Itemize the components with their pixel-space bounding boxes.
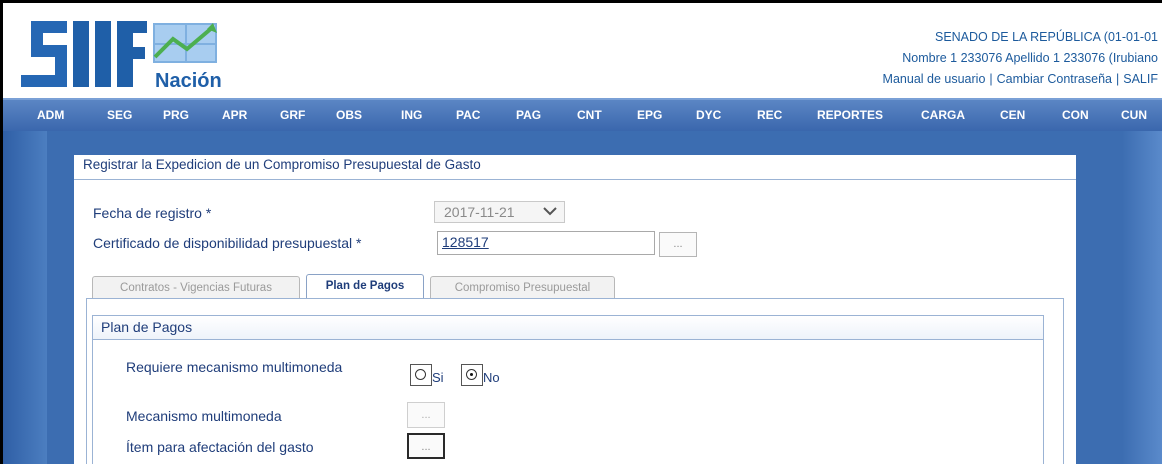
radio-no-box[interactable] (461, 364, 483, 386)
fecha-value: 2017-11-21 (444, 204, 515, 220)
mecanismo-multimoneda-label: Mecanismo multimoneda (126, 408, 282, 424)
nav-item-pac[interactable]: PAC (456, 108, 480, 122)
radio-si-box[interactable] (410, 364, 432, 386)
nav-item-dyc[interactable]: DYC (696, 108, 721, 122)
cdp-label: Certificado de disponibilidad presupuest… (93, 235, 362, 251)
tab-compromiso-presupuestal[interactable]: Compromiso Presupuestal (430, 276, 615, 298)
nav-item-epg[interactable]: EPG (637, 108, 662, 122)
logout-link[interactable]: SALIF (1123, 72, 1158, 86)
nav-item-apr[interactable]: APR (222, 108, 247, 122)
section-title: Plan de Pagos (101, 319, 193, 335)
main-nav: ADM SEG PRG APR GRF OBS ING PAC PAG CNT … (3, 98, 1162, 131)
nav-item-carga[interactable]: CARGA (921, 108, 965, 122)
nav-item-reportes[interactable]: REPORTES (817, 108, 883, 122)
nav-item-obs[interactable]: OBS (336, 108, 362, 122)
radio-si-label[interactable]: Si (432, 370, 444, 385)
nav-item-con[interactable]: CON (1062, 108, 1089, 122)
manual-link[interactable]: Manual de usuario (883, 72, 986, 86)
item-afectacion-button[interactable]: ... (407, 433, 445, 459)
header-links: Manual de usuario | Cambiar Contraseña | SAL… (883, 69, 1158, 90)
app-header: Nación SENADO DE LA REPÚBLICA (01-01-01 … (3, 3, 1162, 98)
link-separator: | (989, 72, 993, 86)
nav-item-seg[interactable]: SEG (107, 108, 132, 122)
radio-no-label[interactable]: No (483, 370, 500, 385)
radio-selected-dot (470, 373, 473, 376)
nav-item-cnt[interactable]: CNT (577, 108, 602, 122)
user-info: SENADO DE LA REPÚBLICA (01-01-01 Nombre … (883, 27, 1158, 90)
mecanismo-multimoneda-button[interactable]: ... (407, 402, 445, 428)
fecha-label: Fecha de registro * (93, 205, 212, 221)
page-title: Registrar la Expedicion de un Compromiso… (83, 157, 481, 172)
tab-plan-de-pagos[interactable]: Plan de Pagos (306, 274, 424, 298)
nav-item-prg[interactable]: PRG (163, 108, 189, 122)
siif-logo: Nación (21, 21, 222, 92)
nav-item-grf[interactable]: GRF (280, 108, 305, 122)
title-divider (74, 179, 1076, 180)
radio-no[interactable] (466, 369, 477, 380)
radio-si[interactable] (415, 369, 426, 380)
multimoneda-label: Requiere mecanismo multimoneda (126, 359, 343, 375)
nav-item-pag[interactable]: PAG (516, 108, 541, 122)
nav-item-cun[interactable]: CUN (1121, 108, 1147, 122)
svg-text:Nación: Nación (155, 70, 222, 92)
fecha-select[interactable]: 2017-11-21 (434, 201, 565, 223)
nav-item-cen[interactable]: CEN (1000, 108, 1025, 122)
nav-item-rec[interactable]: REC (757, 108, 782, 122)
change-password-link[interactable]: Cambiar Contraseña (997, 72, 1112, 86)
tab-contratos-vigencias-futuras[interactable]: Contratos - Vigencias Futuras (92, 276, 300, 298)
cdp-search-button[interactable]: ... (659, 232, 697, 257)
item-afectacion-label: Ítem para afectación del gasto (126, 439, 314, 455)
section-header: Plan de Pagos (93, 316, 1043, 340)
entity-name: SENADO DE LA REPÚBLICA (01-01-01 (934, 30, 1158, 44)
nav-item-adm[interactable]: ADM (37, 108, 64, 122)
link-separator: | (1116, 72, 1120, 86)
cdp-input[interactable]: 128517 (437, 231, 655, 255)
nav-item-ing[interactable]: ING (401, 108, 422, 122)
chevron-down-icon (542, 201, 558, 227)
user-name: Nombre 1 233076 Apellido 1 233076 (Irubi… (902, 51, 1158, 65)
form-panel: Registrar la Expedicion de un Compromiso… (74, 155, 1076, 464)
